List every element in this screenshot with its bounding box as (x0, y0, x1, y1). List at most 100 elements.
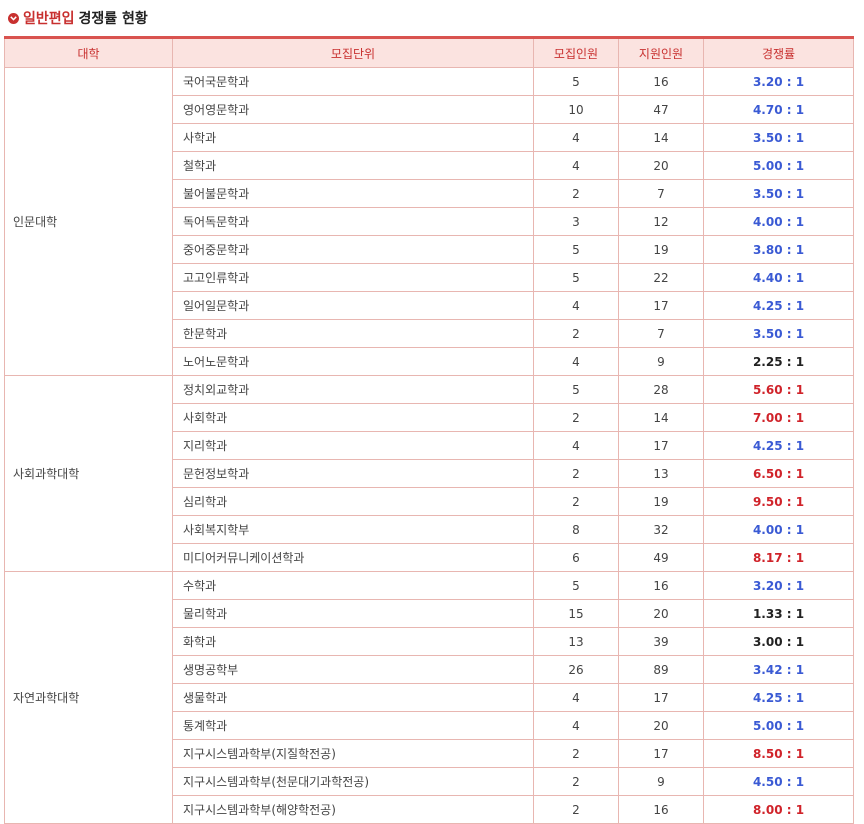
quota-cell: 2 (533, 319, 619, 348)
unit-cell: 사학과 (172, 123, 534, 152)
quota-cell: 3 (533, 207, 619, 236)
unit-cell: 한문학과 (172, 319, 534, 348)
college-cell: 자연과학대학 (4, 571, 173, 824)
applicants-cell: 17 (618, 739, 704, 768)
applicants-cell: 13 (618, 459, 704, 488)
quota-cell: 13 (533, 627, 619, 656)
unit-cell: 지리학과 (172, 431, 534, 460)
ratio-cell: 8.00 : 1 (703, 795, 854, 824)
applicants-cell: 16 (618, 67, 704, 96)
applicants-cell: 28 (618, 375, 704, 404)
quota-cell: 5 (533, 67, 619, 96)
unit-cell: 국어국문학과 (172, 67, 534, 96)
column-header-applicants: 지원인원 (618, 36, 704, 68)
quota-cell: 15 (533, 599, 619, 628)
unit-cell: 생물학과 (172, 683, 534, 712)
quota-cell: 2 (533, 739, 619, 768)
quota-cell: 4 (533, 683, 619, 712)
ratio-cell: 3.50 : 1 (703, 319, 854, 348)
ratio-cell: 4.25 : 1 (703, 431, 854, 460)
table-row: 인문대학 국어국문학과 5 16 3.20 : 1 (4, 67, 854, 376)
unit-cell: 불어불문학과 (172, 179, 534, 208)
ratio-cell: 3.20 : 1 (703, 67, 854, 96)
unit-cell: 영어영문학과 (172, 95, 534, 124)
applicants-cell: 14 (618, 123, 704, 152)
college-cell: 사회과학대학 (4, 375, 173, 572)
table-row: 자연과학대학 수학과 5 16 3.20 : 1 (4, 571, 854, 824)
ratio-cell: 2.25 : 1 (703, 347, 854, 376)
quota-cell: 10 (533, 95, 619, 124)
applicants-cell: 89 (618, 655, 704, 684)
ratio-cell: 5.60 : 1 (703, 375, 854, 404)
quota-cell: 4 (533, 123, 619, 152)
applicants-cell: 16 (618, 795, 704, 824)
column-header-quota: 모집인원 (533, 36, 619, 68)
ratio-cell: 8.50 : 1 (703, 739, 854, 768)
applicants-cell: 20 (618, 711, 704, 740)
competition-rate-table: 대학 모집단위 모집인원 지원인원 경쟁률 인문대학 국어국문학과 5 16 3.20 … (4, 36, 854, 824)
ratio-cell: 3.00 : 1 (703, 627, 854, 656)
unit-cell: 통계학과 (172, 711, 534, 740)
unit-cell: 문헌정보학과 (172, 459, 534, 488)
quota-cell: 2 (533, 767, 619, 796)
ratio-cell: 4.25 : 1 (703, 683, 854, 712)
ratio-cell: 4.00 : 1 (703, 515, 854, 544)
ratio-cell: 3.50 : 1 (703, 123, 854, 152)
unit-cell: 미디어커뮤니케이션학과 (172, 543, 534, 572)
unit-cell: 정치외교학과 (172, 375, 534, 404)
applicants-cell: 17 (618, 683, 704, 712)
unit-cell: 사회학과 (172, 403, 534, 432)
page-title: 일반편입 경쟁률 현황 (8, 6, 148, 30)
ratio-cell: 8.17 : 1 (703, 543, 854, 572)
unit-cell: 수학과 (172, 571, 534, 600)
ratio-cell: 1.33 : 1 (703, 599, 854, 628)
applicants-cell: 14 (618, 403, 704, 432)
column-header-ratio: 경쟁률 (703, 36, 854, 68)
applicants-cell: 9 (618, 347, 704, 376)
applicants-cell: 32 (618, 515, 704, 544)
quota-cell: 8 (533, 515, 619, 544)
ratio-cell: 5.00 : 1 (703, 151, 854, 180)
unit-cell: 노어노문학과 (172, 347, 534, 376)
ratio-cell: 3.80 : 1 (703, 235, 854, 264)
applicants-cell: 17 (618, 291, 704, 320)
unit-cell: 지구시스템과학부(천문대기과학전공) (172, 767, 534, 796)
table-body: 인문대학 국어국문학과 5 16 3.20 : 1 영어영문학과 10 47 4.70 : 1사… (4, 67, 854, 824)
ratio-cell: 3.20 : 1 (703, 571, 854, 600)
applicants-cell: 19 (618, 487, 704, 516)
ratio-cell: 3.50 : 1 (703, 179, 854, 208)
applicants-cell: 22 (618, 263, 704, 292)
quota-cell: 2 (533, 403, 619, 432)
applicants-cell: 9 (618, 767, 704, 796)
unit-cell: 화학과 (172, 627, 534, 656)
unit-cell: 사회복지학부 (172, 515, 534, 544)
quota-cell: 4 (533, 151, 619, 180)
quota-cell: 2 (533, 179, 619, 208)
unit-cell: 생명공학부 (172, 655, 534, 684)
quota-cell: 4 (533, 347, 619, 376)
ratio-cell: 4.50 : 1 (703, 767, 854, 796)
applicants-cell: 39 (618, 627, 704, 656)
applicants-cell: 47 (618, 95, 704, 124)
ratio-cell: 5.00 : 1 (703, 711, 854, 740)
ratio-cell: 7.00 : 1 (703, 403, 854, 432)
quota-cell: 5 (533, 375, 619, 404)
chevron-down-icon (8, 12, 19, 24)
applicants-cell: 7 (618, 319, 704, 348)
quota-cell: 26 (533, 655, 619, 684)
ratio-cell: 4.40 : 1 (703, 263, 854, 292)
unit-cell: 독어독문학과 (172, 207, 534, 236)
page-title-text: 경쟁률 현황 (78, 11, 148, 27)
ratio-cell: 9.50 : 1 (703, 487, 854, 516)
applicants-cell: 16 (618, 571, 704, 600)
unit-cell: 중어중문학과 (172, 235, 534, 264)
page-title-accent: 일반편입 (23, 11, 75, 27)
unit-cell: 지구시스템과학부(해양학전공) (172, 795, 534, 824)
ratio-cell: 6.50 : 1 (703, 459, 854, 488)
quota-cell: 5 (533, 235, 619, 264)
college-cell: 인문대학 (4, 67, 173, 376)
quota-cell: 2 (533, 459, 619, 488)
quota-cell: 2 (533, 487, 619, 516)
unit-cell: 철학과 (172, 151, 534, 180)
applicants-cell: 20 (618, 599, 704, 628)
